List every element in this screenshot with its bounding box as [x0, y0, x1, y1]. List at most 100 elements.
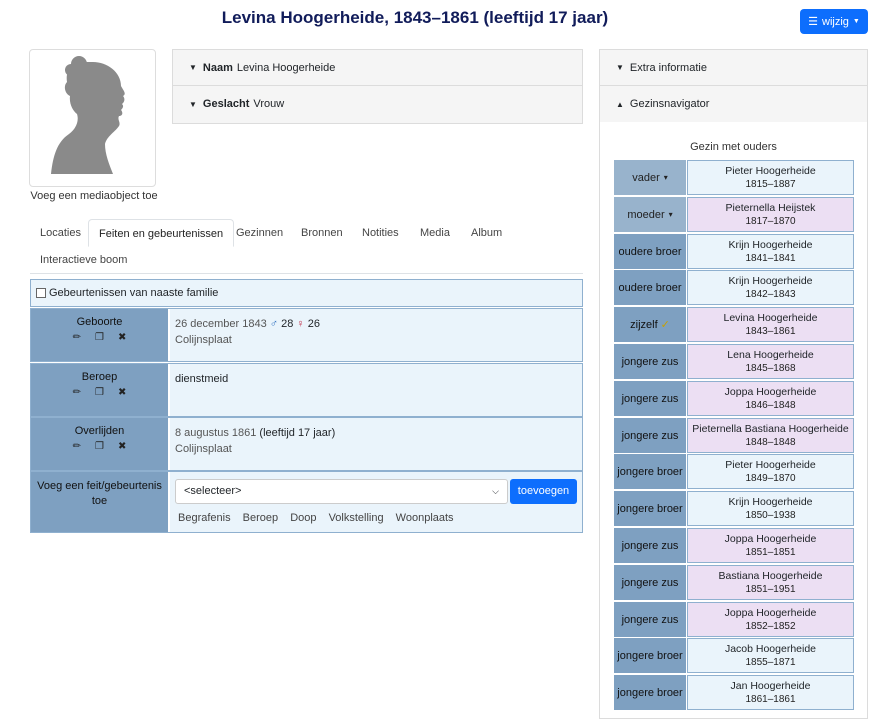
member-dates: 1851–1951: [745, 584, 796, 595]
family-member-card[interactable]: Pieter Hoogerheide 1815–1887: [687, 160, 854, 195]
triangle-down-icon: ▼: [189, 63, 197, 72]
family-member-card[interactable]: Bastiana Hoogerheide 1851–1951: [687, 565, 854, 600]
profile-photo-placeholder[interactable]: [29, 49, 156, 187]
member-name: Bastiana Hoogerheide: [718, 570, 823, 582]
family-events-checkbox-row[interactable]: Gebeurtenissen van naaste familie: [30, 279, 583, 307]
add-media-link[interactable]: Voeg een mediaobject toe: [29, 190, 159, 202]
family-member-card[interactable]: Joppa Hoogerheide 1851–1851: [687, 528, 854, 563]
event-row-occupation: Beroep ✏ ❐ ✖ dienstmeid: [30, 363, 583, 417]
member-dates: 1846–1848: [745, 400, 796, 411]
event-row-birth: Geboorte ✏ ❐ ✖ 26 december 1843 ♂ 28 ♀ 2…: [30, 308, 583, 362]
relation-label: jongere zus: [614, 381, 686, 416]
copy-icon[interactable]: ❐: [95, 387, 104, 398]
delete-icon[interactable]: ✖: [118, 332, 126, 343]
gender-key: Geslacht: [202, 98, 250, 110]
summary-accordion: ▼ Naam Levina Hoogerheide ▼ Geslacht Vro…: [172, 49, 583, 124]
event-date: 8 augustus 1861: [175, 427, 257, 439]
edit-button[interactable]: ☰ wijzig ▼: [800, 9, 868, 34]
family-member-card[interactable]: Lena Hoogerheide 1845–1868: [687, 344, 854, 379]
member-name: Krijn Hoogerheide: [728, 239, 813, 251]
relation-text: jongere broer: [617, 502, 683, 515]
female-icon: ♀: [296, 318, 305, 330]
relation-label[interactable]: vader ▾: [614, 160, 686, 195]
delete-icon[interactable]: ✖: [118, 387, 126, 398]
member-name: Krijn Hoogerheide: [728, 275, 813, 287]
event-type-select[interactable]: <selecteer> ⌵: [175, 479, 508, 504]
member-dates: 1848–1848: [745, 437, 796, 448]
relation-text: jongere zus: [621, 576, 679, 589]
gender-value: Vrouw: [253, 98, 285, 110]
relation-text: jongere broer: [617, 686, 683, 699]
edit-pencil-icon[interactable]: ✏: [73, 387, 81, 398]
family-member-card[interactable]: Joppa Hoogerheide 1852–1852: [687, 602, 854, 637]
family-events-checkbox[interactable]: [36, 288, 46, 298]
tab-locaties[interactable]: Locaties: [30, 219, 91, 247]
family-member-card[interactable]: Krijn Hoogerheide 1842–1843: [687, 270, 854, 305]
edit-pencil-icon[interactable]: ✏: [73, 441, 81, 452]
quick-add-doop[interactable]: Doop: [290, 512, 316, 524]
relation-text: oudere broer: [618, 245, 682, 258]
tab-gezinnen[interactable]: Gezinnen: [226, 219, 293, 247]
extra-info-toggle[interactable]: ▼ Extra informatie: [600, 50, 867, 86]
event-label: Geboorte: [76, 316, 123, 328]
family-member-card[interactable]: Jacob Hoogerheide 1855–1871: [687, 638, 854, 673]
page-title: Levina Hoogerheide, 1843–1861 (leeftijd …: [221, 8, 609, 27]
tab-bronnen[interactable]: Bronnen: [291, 219, 353, 247]
relation-text: jongere broer: [617, 649, 683, 662]
quick-add-begrafenis[interactable]: Begrafenis: [178, 512, 231, 524]
relation-text: jongere zus: [621, 355, 679, 368]
family-navigator-toggle[interactable]: ▲ Gezinsnavigator: [600, 86, 867, 122]
caret-down-icon: ▾: [668, 210, 673, 219]
event-date: 26 december 1843: [175, 318, 267, 330]
family-navigator-label: Gezinsnavigator: [629, 98, 710, 110]
quick-add-volkstelling[interactable]: Volkstelling: [329, 512, 384, 524]
family-member-card[interactable]: Krijn Hoogerheide 1841–1841: [687, 234, 854, 269]
tab-album[interactable]: Album: [461, 219, 512, 247]
tab-notities[interactable]: Notities: [352, 219, 409, 247]
quick-add-woonplaats[interactable]: Woonplaats: [396, 512, 454, 524]
family-member-card[interactable]: Levina Hoogerheide 1843–1861: [687, 307, 854, 342]
triangle-down-icon: ▼: [189, 99, 197, 109]
family-member-card[interactable]: Jan Hoogerheide 1861–1861: [687, 675, 854, 710]
edit-pencil-icon[interactable]: ✏: [73, 332, 81, 343]
relation-label: jongere zus: [614, 344, 686, 379]
name-row[interactable]: ▼ Naam Levina Hoogerheide: [173, 50, 582, 86]
relation-label[interactable]: moeder ▾: [614, 197, 686, 232]
family-member-card[interactable]: Krijn Hoogerheide 1850–1938: [687, 491, 854, 526]
relation-text: moeder: [627, 208, 665, 221]
member-name: Krijn Hoogerheide: [728, 496, 813, 508]
relation-text: jongere zus: [621, 429, 679, 442]
copy-icon[interactable]: ❐: [95, 332, 104, 343]
relation-text: jongere zus: [621, 392, 679, 405]
tab-interactieve-boom[interactable]: Interactieve boom: [30, 246, 137, 274]
member-name: Lena Hoogerheide: [727, 349, 814, 361]
relation-label: jongere broer: [614, 491, 686, 526]
family-events-label: Gebeurtenissen van naaste familie: [49, 287, 219, 299]
add-event-button[interactable]: toevoegen: [510, 479, 577, 504]
delete-icon[interactable]: ✖: [118, 441, 126, 452]
tab-feiten[interactable]: Feiten en gebeurtenissen: [88, 219, 235, 247]
mother-age: 26: [307, 318, 320, 330]
family-member-card[interactable]: Pieternella Bastiana Hoogerheide 1848–184…: [687, 418, 854, 453]
member-dates: 1855–1871: [745, 657, 796, 668]
gender-row[interactable]: ▼ Geslacht Vrouw: [173, 86, 582, 122]
member-dates: 1851–1851: [745, 547, 796, 558]
name-value: Levina Hoogerheide: [236, 61, 336, 74]
family-member-card[interactable]: Joppa Hoogerheide 1846–1848: [687, 381, 854, 416]
family-member-card[interactable]: Pieternella Heijstek 1817–1870: [687, 197, 854, 232]
add-event-label: Voeg een feit/gebeurtenis toe: [37, 480, 162, 507]
event-place: Colijnsplaat: [175, 334, 232, 346]
quick-add-beroep[interactable]: Beroep: [243, 512, 278, 524]
member-name: Pieter Hoogerheide: [725, 165, 816, 177]
relation-label: jongere zus: [614, 418, 686, 453]
tab-bar: Locaties Feiten en gebeurtenissen Gezinn…: [30, 219, 583, 274]
member-dates: 1817–1870: [745, 216, 796, 227]
member-name: Pieter Hoogerheide: [725, 459, 816, 471]
member-name: Jan Hoogerheide: [730, 680, 811, 692]
family-title: Gezin met ouders: [690, 141, 777, 153]
tab-media[interactable]: Media: [410, 219, 460, 247]
copy-icon[interactable]: ❐: [95, 441, 104, 452]
select-value: <selecteer>: [184, 485, 242, 497]
family-member-card[interactable]: Pieter Hoogerheide 1849–1870: [687, 454, 854, 489]
extra-info-label: Extra informatie: [629, 61, 707, 74]
